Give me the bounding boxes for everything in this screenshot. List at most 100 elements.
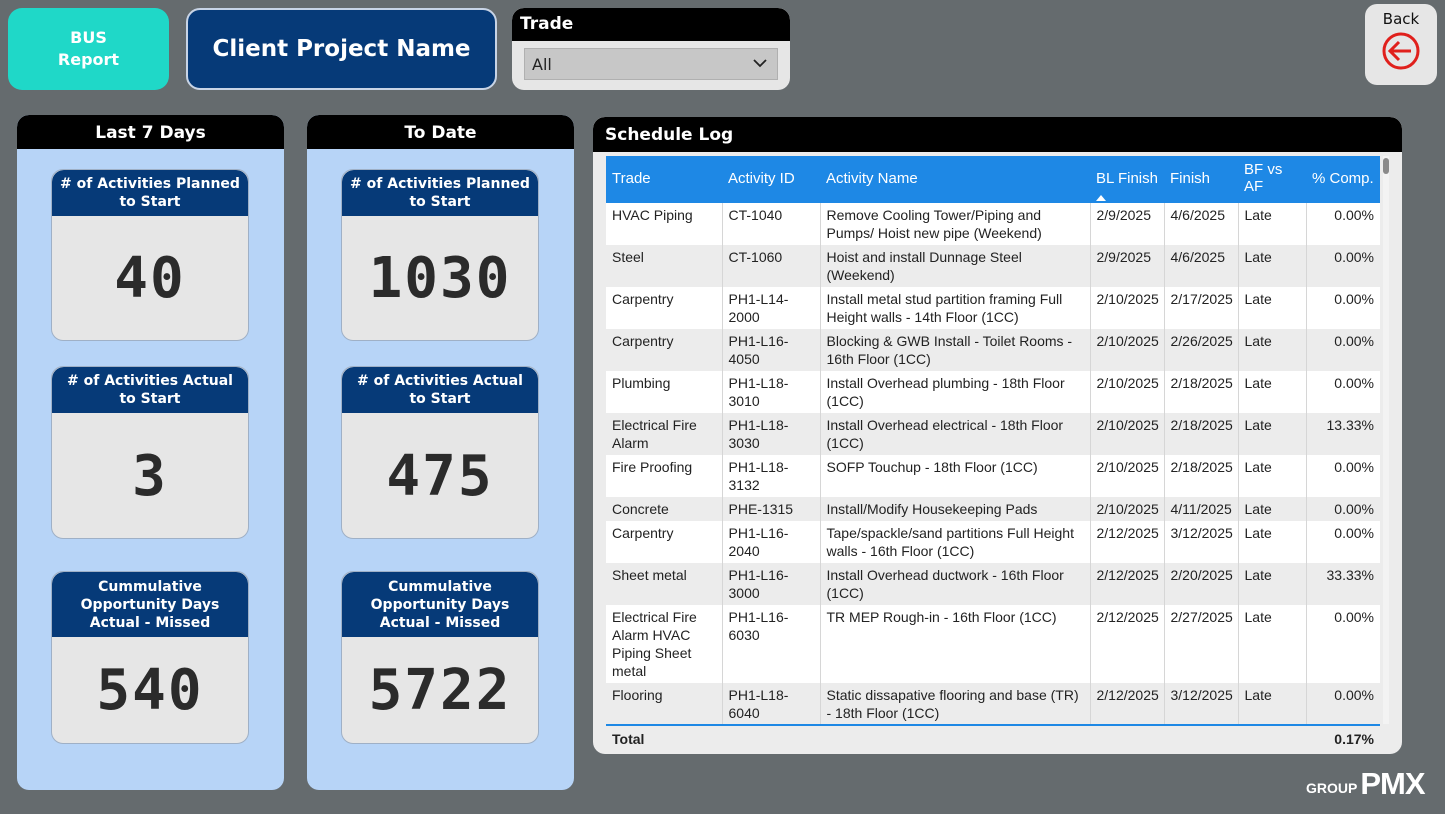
table-row[interactable]: Carpentry PH1-L16-2040 Tape/spackle/sand p… [606, 521, 1380, 563]
kpi-card-label: # of Activities Planned to Start [52, 170, 248, 216]
kpi-card-value: 475 [386, 444, 494, 509]
cell-trade: Electrical Fire Alarm HVAC Piping Sheet … [606, 605, 723, 683]
cell-bl-finish: 2/10/2025 [1090, 497, 1165, 521]
chevron-down-icon [753, 59, 767, 68]
cell-bf-vs-af: Late [1238, 329, 1307, 371]
table-row[interactable]: HVAC Piping CT-1040 Remove Cooling Tower/P… [606, 203, 1380, 245]
cell-bf-vs-af: Late [1238, 455, 1307, 497]
table-row[interactable]: Plumbing PH1-L18-3010 Install Overhead plu… [606, 371, 1380, 413]
column-header-bl-finish[interactable]: BL Finish [1090, 156, 1164, 203]
kpi-card-actual-start: # of Activities Actual to Start 3 [51, 366, 249, 539]
cell-pct-comp: 0.00% [1306, 455, 1380, 497]
column-header-bf-vs-af[interactable]: BF vs AF [1238, 156, 1306, 203]
table-row[interactable]: Steel CT-1060 Hoist and install Dunnage St… [606, 245, 1380, 287]
cell-finish: 2/27/2025 [1164, 605, 1239, 683]
cell-bl-finish: 2/12/2025 [1090, 521, 1165, 563]
cell-trade: Sheet metal [606, 563, 723, 605]
to-date-title: To Date [307, 115, 574, 149]
cell-bl-finish: 2/10/2025 [1090, 455, 1165, 497]
kpi-card-opportunity-days: Cummulative Opportunity Days Actual - Mi… [341, 571, 539, 744]
cell-trade: Plumbing [606, 371, 723, 413]
column-header-activity-id[interactable]: Activity ID [722, 156, 820, 203]
kpi-card-label: Cummulative Opportunity Days Actual - Mi… [52, 572, 248, 637]
cell-pct-comp: 0.00% [1306, 329, 1380, 371]
bus-report-button[interactable]: BUS Report [8, 8, 169, 90]
cell-finish: 2/17/2025 [1164, 287, 1239, 329]
table-row[interactable]: Flooring PH1-L18-6040 Static dissapative f… [606, 683, 1380, 724]
kpi-card-label: Cummulative Opportunity Days Actual - Mi… [342, 572, 538, 637]
kpi-card-value: 540 [96, 658, 204, 723]
cell-trade: Steel [606, 245, 723, 287]
kpi-card-value: 40 [114, 246, 186, 311]
cell-trade: Carpentry [606, 329, 723, 371]
kpi-card-value: 5722 [368, 658, 512, 723]
scrollbar-thumb[interactable] [1383, 158, 1389, 174]
back-label: Back [1382, 10, 1420, 28]
table-row[interactable]: Electrical Fire Alarm HVAC Piping Sheet … [606, 605, 1380, 683]
cell-activity-id: PH1-L18-6040 [722, 683, 821, 724]
cell-activity-name: Install Overhead electrical - 18th Floor… [820, 413, 1091, 455]
table-row[interactable]: Fire Proofing PH1-L18-3132 SOFP Touchup - … [606, 455, 1380, 497]
cell-bl-finish: 2/12/2025 [1090, 605, 1165, 683]
column-header-finish[interactable]: Finish [1164, 156, 1238, 203]
cell-pct-comp: 0.00% [1306, 605, 1380, 683]
column-header-activity-name[interactable]: Activity Name [820, 156, 1090, 203]
cell-trade: Flooring [606, 683, 723, 724]
table-row[interactable]: Carpentry PH1-L14-2000 Install metal stud … [606, 287, 1380, 329]
cell-bl-finish: 2/9/2025 [1090, 245, 1165, 287]
cell-activity-name: Hoist and install Dunnage Steel (Weekend… [820, 245, 1091, 287]
bus-report-line1: BUS [70, 28, 107, 47]
cell-activity-id: PH1-L14-2000 [722, 287, 821, 329]
cell-bf-vs-af: Late [1238, 521, 1307, 563]
kpi-card-label: # of Activities Planned to Start [342, 170, 538, 216]
cell-activity-id: PHE-1315 [722, 497, 821, 521]
cell-bf-vs-af: Late [1238, 413, 1307, 455]
cell-bf-vs-af: Late [1238, 203, 1307, 245]
cell-activity-id: PH1-L18-3010 [722, 371, 821, 413]
column-header-pct-comp[interactable]: % Comp. [1306, 156, 1380, 203]
project-title: Client Project Name [186, 8, 497, 90]
cell-bl-finish: 2/10/2025 [1090, 371, 1165, 413]
kpi-card-opportunity-days: Cummulative Opportunity Days Actual - Mi… [51, 571, 249, 744]
last-7-days-title: Last 7 Days [17, 115, 284, 149]
table-row[interactable]: Electrical Fire Alarm PH1-L18-3030 Install… [606, 413, 1380, 455]
cell-finish: 3/12/2025 [1164, 683, 1239, 724]
cell-bl-finish: 2/10/2025 [1090, 413, 1165, 455]
cell-pct-comp: 0.00% [1306, 521, 1380, 563]
cell-trade: Concrete [606, 497, 723, 521]
table-scrollbar[interactable] [1383, 156, 1389, 724]
table-row[interactable]: Sheet metal PH1-L16-3000 Install Overhead … [606, 563, 1380, 605]
to-date-panel: To Date # of Activities Planned to Start… [307, 115, 574, 790]
cell-trade: HVAC Piping [606, 203, 723, 245]
cell-finish: 2/18/2025 [1164, 413, 1239, 455]
cell-activity-name: TR MEP Rough-in - 16th Floor (1CC) [820, 605, 1091, 683]
cell-activity-id: PH1-L18-3030 [722, 413, 821, 455]
cell-bf-vs-af: Late [1238, 371, 1307, 413]
cell-pct-comp: 0.00% [1306, 287, 1380, 329]
last-7-days-panel: Last 7 Days # of Activities Planned to S… [17, 115, 284, 790]
cell-trade: Fire Proofing [606, 455, 723, 497]
bus-report-line2: Report [57, 50, 120, 69]
table-total-row: Total 0.17% [606, 724, 1380, 752]
group-pmx-logo: GROUP PMX [1306, 766, 1426, 802]
cell-activity-name: Install Overhead plumbing - 18th Floor (… [820, 371, 1091, 413]
cell-activity-name: Install/Modify Housekeeping Pads [820, 497, 1091, 521]
back-arrow-icon [1382, 32, 1420, 70]
cell-activity-id: PH1-L16-6030 [722, 605, 821, 683]
cell-activity-name: Install metal stud partition framing Ful… [820, 287, 1091, 329]
cell-activity-id: PH1-L16-4050 [722, 329, 821, 371]
cell-trade: Carpentry [606, 287, 723, 329]
trade-filter-dropdown[interactable]: All [524, 48, 778, 80]
cell-pct-comp: 0.00% [1306, 245, 1380, 287]
column-header-trade[interactable]: Trade [606, 156, 722, 203]
cell-finish: 4/6/2025 [1164, 203, 1239, 245]
cell-bf-vs-af: Late [1238, 497, 1307, 521]
cell-activity-name: Install Overhead ductwork - 16th Floor (… [820, 563, 1091, 605]
table-row[interactable]: Carpentry PH1-L16-4050 Blocking & GWB Inst… [606, 329, 1380, 371]
cell-finish: 4/6/2025 [1164, 245, 1239, 287]
table-row[interactable]: Concrete PHE-1315 Install/Modify Housekeep… [606, 497, 1380, 521]
back-button[interactable]: Back [1365, 4, 1437, 85]
cell-activity-name: Static dissapative flooring and base (TR… [820, 683, 1091, 724]
cell-bl-finish: 2/10/2025 [1090, 287, 1165, 329]
cell-activity-id: PH1-L16-3000 [722, 563, 821, 605]
